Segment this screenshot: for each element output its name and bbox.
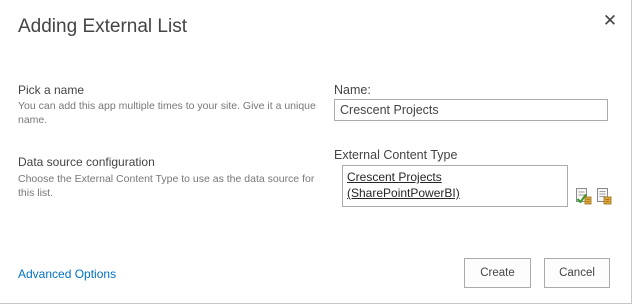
advanced-options-link[interactable]: Advanced Options xyxy=(18,267,116,281)
external-content-type-name[interactable]: Crescent Projects xyxy=(347,169,563,185)
check-names-icon[interactable] xyxy=(575,187,592,205)
external-content-type-picker[interactable]: Crescent Projects (SharePointPowerBI) xyxy=(342,165,568,207)
name-field-label: Name: xyxy=(334,83,371,97)
dialog-title: Adding External List xyxy=(18,16,187,37)
adding-external-list-dialog: Adding External List ✕ Pick a name You c… xyxy=(0,0,632,304)
external-content-type-label: External Content Type xyxy=(334,148,458,162)
name-input[interactable] xyxy=(334,99,608,121)
data-source-description: Choose the External Content Type to use … xyxy=(18,173,315,199)
data-source-heading: Data source configuration xyxy=(18,155,155,169)
external-content-type-source[interactable]: (SharePointPowerBI) xyxy=(347,185,563,201)
create-button[interactable]: Create xyxy=(464,258,531,288)
cancel-button[interactable]: Cancel xyxy=(544,258,610,288)
pick-name-description: You can add this app multiple times to y… xyxy=(18,100,316,126)
close-icon[interactable]: ✕ xyxy=(600,11,620,31)
browse-content-types-icon[interactable] xyxy=(595,187,612,205)
pick-name-heading: Pick a name xyxy=(18,83,85,97)
